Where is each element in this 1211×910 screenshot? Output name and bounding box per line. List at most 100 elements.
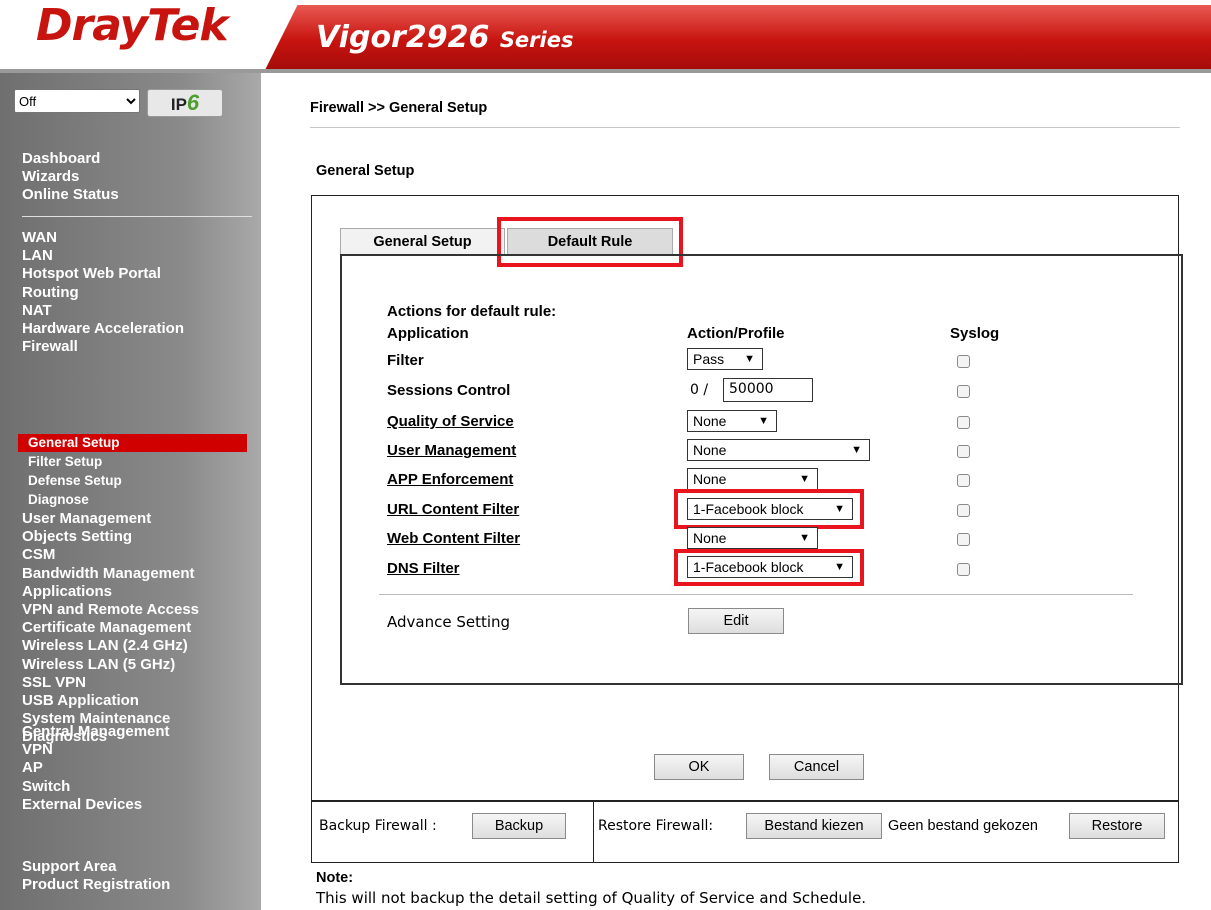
nav-item-product-registration[interactable]: Product Registration	[22, 876, 170, 894]
nav-item-online-status[interactable]: Online Status	[22, 186, 119, 204]
syslog-checkbox-filter[interactable]	[957, 355, 970, 368]
backup-button[interactable]: Backup	[472, 813, 566, 839]
nav-group-status: Dashboard Wizards Online Status	[22, 150, 119, 205]
nav-sub-diagnose[interactable]: Diagnose	[22, 490, 122, 509]
note-title: Note:	[316, 870, 354, 886]
syslog-checkbox-qos[interactable]	[957, 416, 970, 429]
link-app-enforcement[interactable]: APP Enforcement	[387, 471, 513, 488]
qos-select[interactable]: None ▼	[687, 410, 777, 432]
nav-item-lan[interactable]: LAN	[22, 247, 184, 265]
nav-item-csm[interactable]: CSM	[22, 546, 199, 564]
mode-select-wrapper: Off	[14, 89, 140, 113]
nav-item-objects-setting[interactable]: Objects Setting	[22, 528, 199, 546]
chevron-down-icon: ▼	[744, 353, 755, 365]
nav-item-dashboard[interactable]: Dashboard	[22, 150, 119, 168]
nav-item-central-management[interactable]: Central Management	[22, 723, 170, 741]
nav-item-ap[interactable]: AP	[22, 759, 170, 777]
ok-button[interactable]: OK	[654, 754, 744, 780]
nav-sub-defense-setup[interactable]: Defense Setup	[22, 471, 122, 490]
nav-group-central: Central Management VPN AP Switch Externa…	[22, 723, 170, 814]
qos-select-value: None	[693, 413, 727, 429]
nav-item-bandwidth-management[interactable]: Bandwidth Management	[22, 565, 199, 583]
model-name: Vigor2926 Series	[316, 20, 573, 55]
nav-item-routing[interactable]: Routing	[22, 284, 184, 302]
nav-sub-filter-setup[interactable]: Filter Setup	[22, 452, 122, 471]
section-title: General Setup	[316, 163, 415, 179]
ipv6-label: IP	[170, 95, 187, 114]
nav-item-wireless-5[interactable]: Wireless LAN (5 GHz)	[22, 656, 199, 674]
restore-label: Restore Firewall:	[598, 818, 714, 834]
link-url-content-filter[interactable]: URL Content Filter	[387, 501, 519, 518]
ipv6-button[interactable]: IP6	[147, 89, 223, 117]
nav-firewall-submenu: General Setup Filter Setup Defense Setup…	[22, 433, 122, 509]
nav-group-management: User Management Objects Setting CSM Band…	[22, 510, 199, 747]
nav-group-network: WAN LAN Hotspot Web Portal Routing NAT H…	[22, 229, 184, 356]
nav-item-ssl-vpn[interactable]: SSL VPN	[22, 674, 199, 692]
row-label-sessions-control: Sessions Control	[387, 382, 511, 399]
link-user-management[interactable]: User Management	[387, 442, 516, 459]
syslog-checkbox-url-content-filter[interactable]	[957, 504, 970, 517]
nav-item-user-management[interactable]: User Management	[22, 510, 199, 528]
nav-item-applications[interactable]: Applications	[22, 583, 199, 601]
web-content-filter-select[interactable]: None ▼	[687, 527, 818, 549]
filter-select[interactable]: Pass ▼	[687, 348, 763, 370]
filter-select-value: Pass	[693, 351, 725, 367]
nav-item-certificate-management[interactable]: Certificate Management	[22, 619, 199, 637]
advance-setting-label: Advance Setting	[387, 613, 511, 631]
main-content: Firewall >> General Setup General Setup …	[261, 73, 1211, 910]
link-dns-filter[interactable]: DNS Filter	[387, 560, 460, 577]
nav-item-switch[interactable]: Switch	[22, 778, 170, 796]
app-enforcement-select[interactable]: None ▼	[687, 468, 818, 490]
chevron-down-icon: ▼	[799, 473, 810, 485]
syslog-checkbox-app-enforcement[interactable]	[957, 474, 970, 487]
syslog-checkbox-dns-filter[interactable]	[957, 563, 970, 576]
mode-select[interactable]: Off	[14, 89, 140, 113]
link-web-content-filter[interactable]: Web Content Filter	[387, 530, 520, 547]
nav-item-hotspot[interactable]: Hotspot Web Portal	[22, 265, 184, 283]
sessions-max-value: 50000	[729, 381, 774, 397]
highlight-url-content-filter	[674, 489, 864, 529]
nav-item-support-area[interactable]: Support Area	[22, 858, 170, 876]
sidebar-divider	[22, 216, 252, 217]
nav-item-nat[interactable]: NAT	[22, 302, 184, 320]
cancel-button[interactable]: Cancel	[769, 754, 864, 780]
model-title: Vigor2926	[316, 20, 490, 55]
syslog-checkbox-sessions[interactable]	[957, 385, 970, 398]
nav-item-wan[interactable]: WAN	[22, 229, 184, 247]
nav-item-vpn[interactable]: VPN	[22, 741, 170, 759]
nav-sub-general-setup[interactable]: General Setup	[22, 433, 122, 452]
link-quality-of-service[interactable]: Quality of Service	[387, 413, 514, 430]
nav-item-external-devices[interactable]: External Devices	[22, 796, 170, 814]
column-action-profile: Action/Profile	[687, 325, 785, 342]
advance-separator	[379, 594, 1133, 595]
row-label-filter: Filter	[387, 352, 424, 369]
breadcrumb-divider	[310, 127, 1180, 128]
edit-button[interactable]: Edit	[688, 608, 784, 634]
tab-general-setup[interactable]: General Setup	[340, 228, 505, 256]
draytek-logo: DrayTek	[36, 0, 229, 51]
syslog-checkbox-web-content-filter[interactable]	[957, 533, 970, 546]
restore-button[interactable]: Restore	[1069, 813, 1165, 839]
app-enforcement-select-value: None	[693, 471, 727, 487]
nav-item-wireless-24[interactable]: Wireless LAN (2.4 GHz)	[22, 637, 199, 655]
nav-item-vpn-remote-access[interactable]: VPN and Remote Access	[22, 601, 199, 619]
nav-item-usb-application[interactable]: USB Application	[22, 692, 199, 710]
note-text: This will not backup the detail setting …	[316, 889, 867, 907]
breadcrumb: Firewall >> General Setup	[310, 100, 488, 116]
syslog-checkbox-user-management[interactable]	[957, 445, 970, 458]
backup-restore-divider	[593, 801, 594, 863]
sessions-current: 0 /	[690, 382, 709, 398]
model-suffix: Series	[499, 28, 574, 52]
choose-file-button[interactable]: Bestand kiezen	[746, 813, 882, 839]
actions-title: Actions for default rule:	[387, 303, 557, 320]
sessions-max-input[interactable]: 50000	[723, 378, 813, 402]
backup-restore-panel	[311, 801, 1179, 863]
chevron-down-icon: ▼	[851, 444, 862, 456]
ipv6-version: 6	[186, 90, 200, 115]
user-management-select[interactable]: None ▼	[687, 439, 870, 461]
chevron-down-icon: ▼	[758, 415, 769, 427]
nav-item-firewall[interactable]: Firewall	[22, 338, 184, 356]
nav-item-wizards[interactable]: Wizards	[22, 168, 119, 186]
nav-item-hardware-acceleration[interactable]: Hardware Acceleration	[22, 320, 184, 338]
nav-group-support: Support Area Product Registration	[22, 858, 170, 894]
